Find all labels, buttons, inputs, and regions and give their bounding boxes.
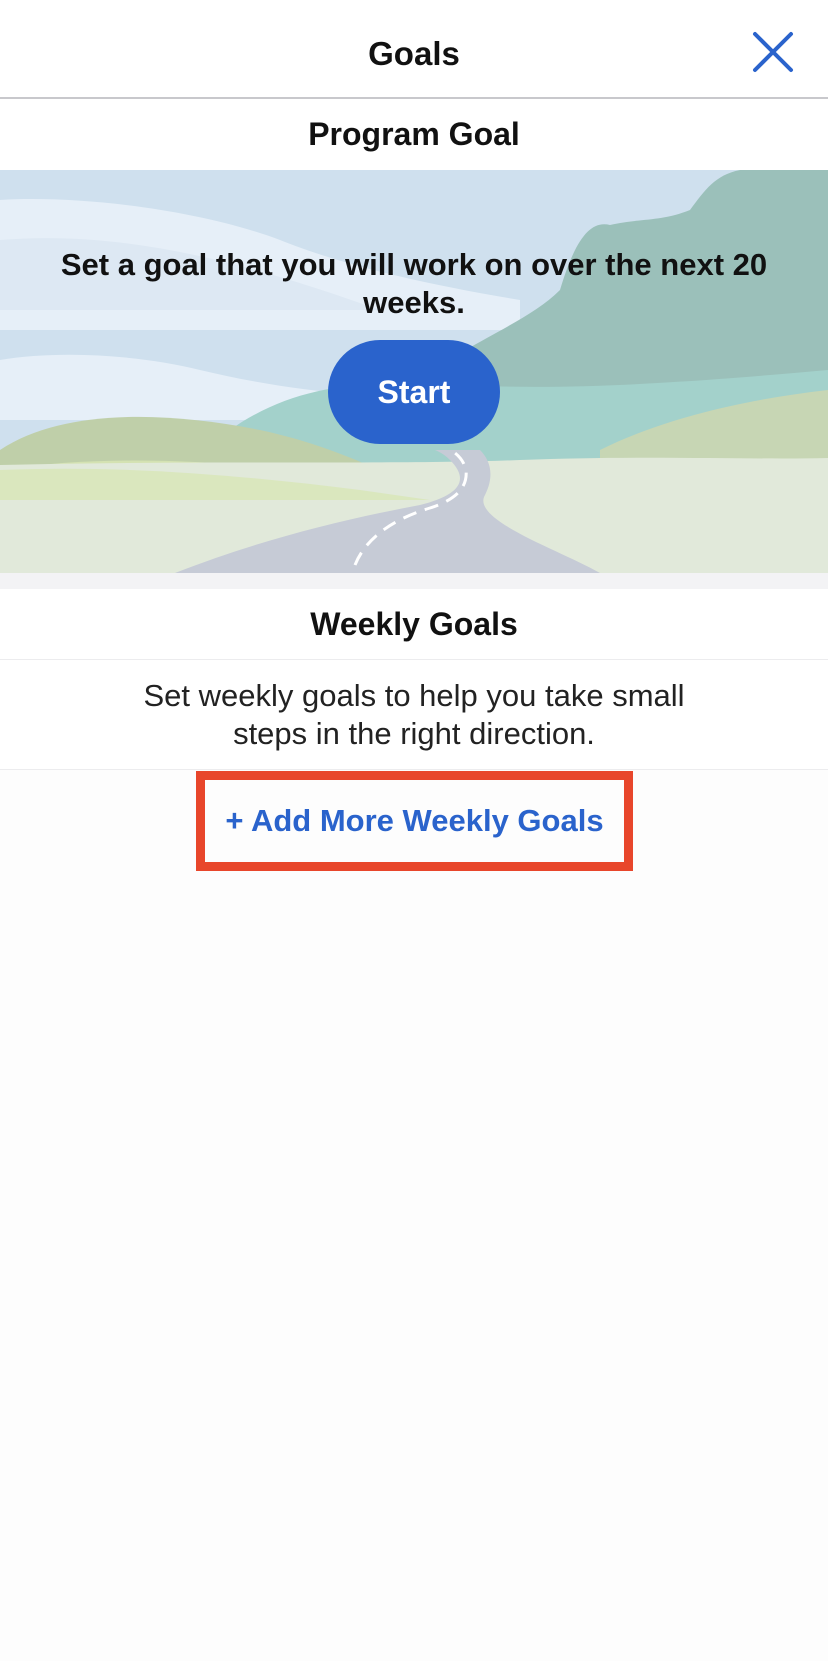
goals-screen: Goals Program Goal Set a goal that you w…: [0, 0, 828, 1661]
section-divider: [0, 573, 828, 589]
page-title: Goals: [368, 35, 460, 72]
close-button[interactable]: [750, 29, 796, 75]
start-button[interactable]: Start: [328, 340, 500, 444]
program-goal-hero: Set a goal that you will work on over th…: [0, 170, 828, 573]
add-weekly-goals-button[interactable]: + Add More Weekly Goals: [225, 803, 603, 839]
weekly-goals-description-row: Set weekly goals to help you take small …: [0, 660, 828, 770]
weekly-goals-header: Weekly Goals: [0, 589, 828, 660]
close-icon: [753, 32, 793, 72]
weekly-goals-description: Set weekly goals to help you take small …: [143, 677, 685, 751]
nav-bar: Goals: [0, 0, 828, 99]
program-goal-header: Program Goal: [0, 99, 828, 170]
program-goal-prompt: Set a goal that you will work on over th…: [60, 247, 768, 320]
highlight-annotation: + Add More Weekly Goals: [196, 771, 633, 871]
